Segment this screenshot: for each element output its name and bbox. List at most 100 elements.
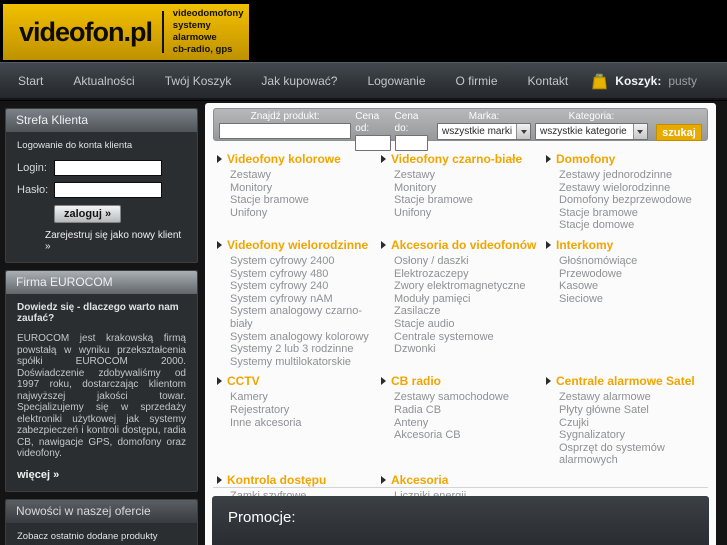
site-logo[interactable]: videofon.pl videodomofony systemy alarmo… [3, 4, 249, 60]
category-link[interactable]: Kasowe [559, 280, 704, 293]
category-group: Interkomy Głośnomówiące Przewodowe Kasow… [546, 238, 704, 368]
category-header[interactable]: Videofony kolorowe [217, 152, 381, 166]
category-title[interactable]: CCTV [227, 374, 260, 388]
category-link[interactable]: Przewodowe [559, 268, 704, 281]
category-arrow-icon [381, 240, 386, 249]
nav-item[interactable]: Start [18, 74, 43, 88]
category-link[interactable]: System cyfrowy nAM [230, 293, 381, 306]
nav-item[interactable]: Twój Koszyk [165, 74, 232, 88]
category-link[interactable]: Głośnomówiące [559, 255, 704, 268]
category-link[interactable]: Zasilacze [394, 305, 546, 318]
category-link[interactable]: Zwory elektromagnetyczne [394, 280, 546, 293]
category-link[interactable]: Zestawy samochodowe [394, 391, 546, 404]
category-link[interactable]: Stacje audio [394, 318, 546, 331]
category-link[interactable]: Inne akcesoria [230, 417, 381, 430]
category-link[interactable]: Zestawy [394, 169, 546, 182]
category-link[interactable]: Osprzęt do systemów alarmowych [559, 442, 704, 467]
category-link[interactable]: Unifony [230, 207, 381, 220]
category-link[interactable]: System cyfrowy 240 [230, 280, 381, 293]
category-link[interactable]: Czujki [559, 417, 704, 430]
category-link[interactable]: Dzwonki [394, 343, 546, 356]
category-header[interactable]: Kontrola dostępu [217, 473, 381, 487]
category-items: System cyfrowy 2400 System cyfrowy 480 S… [217, 255, 381, 368]
search-button[interactable]: szukaj [655, 124, 702, 141]
nav-item[interactable]: O firmie [456, 74, 498, 88]
category-title[interactable]: Domofony [556, 152, 615, 166]
category-link[interactable]: Moduły pamięci [394, 293, 546, 306]
category-link[interactable]: Zestawy [230, 169, 381, 182]
category-title[interactable]: Kontrola dostępu [227, 473, 326, 487]
category-link[interactable]: Radia CB [394, 404, 546, 417]
category-title[interactable]: Videofony kolorowe [227, 152, 341, 166]
category-link[interactable]: Monitory [394, 182, 546, 195]
category-link[interactable]: Centrale systemowe [394, 331, 546, 344]
category-link[interactable]: Akcesoria CB [394, 429, 546, 442]
category-group: Akcesoria do videofonów Osłony / daszki … [381, 238, 546, 368]
password-input[interactable] [54, 182, 162, 198]
category-link[interactable]: Osłony / daszki [394, 255, 546, 268]
brand-select[interactable]: wszystkie marki [437, 123, 532, 140]
category-link[interactable]: Rejestratory [230, 404, 381, 417]
category-link[interactable]: Kamery [230, 391, 381, 404]
category-link[interactable]: Sieciowe [559, 293, 704, 306]
category-link[interactable]: System analogowy kolorowy [230, 331, 381, 344]
category-title[interactable]: CB radio [391, 374, 441, 388]
price-from-input[interactable] [355, 135, 391, 151]
category-link[interactable]: Monitory [230, 182, 381, 195]
category-header[interactable]: Domofony [546, 152, 704, 166]
category-title[interactable]: Centrale alarmowe Satel [556, 374, 695, 388]
category-header[interactable]: Videofony wielorodzinne [217, 238, 381, 252]
price-to-label: Cena do: [394, 111, 419, 134]
category-header[interactable]: Interkomy [546, 238, 704, 252]
category-link[interactable]: Zestawy alarmowe [559, 391, 704, 404]
category-link[interactable]: Unifony [394, 207, 546, 220]
category-link[interactable]: Zestawy jednorodzinne [559, 169, 704, 182]
category-items: Zestawy alarmowe Płyty główne Satel Czuj… [546, 391, 704, 467]
chevron-down-icon[interactable] [516, 124, 531, 139]
category-header[interactable]: Akcesoria [381, 473, 546, 487]
category-link[interactable]: Zestawy wielorodzinne [559, 182, 704, 195]
category-title[interactable]: Akcesoria do videofonów [391, 238, 536, 252]
category-link[interactable]: Systemy 2 lub 3 rodzinne [230, 343, 381, 356]
more-link[interactable]: więcej » [17, 469, 59, 481]
category-header[interactable]: Akcesoria do videofonów [381, 238, 546, 252]
category-title[interactable]: Videofony czarno-białe [391, 152, 522, 166]
login-input[interactable] [54, 160, 162, 176]
category-link[interactable]: Sygnalizatory [559, 429, 704, 442]
cart-icon [592, 73, 608, 90]
category-group: Videofony wielorodzinne System cyfrowy 2… [217, 238, 381, 368]
price-to-input[interactable] [394, 135, 429, 151]
category-link[interactable]: Stacje bramowe [230, 194, 381, 207]
category-header[interactable]: CB radio [381, 374, 546, 388]
login-button[interactable]: zaloguj » [54, 205, 122, 223]
category-header[interactable]: Centrale alarmowe Satel [546, 374, 704, 388]
company-description: EUROCOM jest krakowską firmą powstałą w … [17, 333, 186, 459]
category-header[interactable]: Videofony czarno-białe [381, 152, 546, 166]
category-link[interactable]: Systemy multilokatorskie [230, 356, 381, 369]
cart-widget[interactable]: Koszyk: pusty [591, 71, 709, 90]
category-link[interactable]: Elektrozaczepy [394, 268, 546, 281]
nav-item[interactable]: Logowanie [367, 74, 425, 88]
category-header[interactable]: CCTV [217, 374, 381, 388]
category-link[interactable]: Domofony bezprzewodowe [559, 194, 704, 207]
category-link[interactable]: Płyty główne Satel [559, 404, 704, 417]
category-link[interactable]: System analogowy czarno-biały [230, 305, 381, 330]
category-select[interactable]: wszystkie kategorie [535, 123, 648, 140]
category-link[interactable]: System cyfrowy 480 [230, 268, 381, 281]
search-input[interactable] [219, 123, 352, 139]
category-arrow-icon [546, 377, 551, 386]
nav-item[interactable]: Kontakt [528, 74, 569, 88]
category-link[interactable]: Stacje domowe [559, 219, 704, 232]
category-title[interactable]: Videofony wielorodzinne [227, 238, 368, 252]
category-link[interactable]: System cyfrowy 2400 [230, 255, 381, 268]
category-title[interactable]: Akcesoria [391, 473, 448, 487]
category-title[interactable]: Interkomy [556, 238, 613, 252]
category-items: Zestawy Monitory Stacje bramowe Unifony [381, 169, 546, 219]
nav-item[interactable]: Aktualności [73, 74, 134, 88]
chevron-down-icon[interactable] [632, 124, 647, 139]
category-link[interactable]: Stacje bramowe [559, 207, 704, 220]
register-link[interactable]: Zarejestruj się jako nowy klient » [45, 230, 186, 252]
category-link[interactable]: Stacje bramowe [394, 194, 546, 207]
category-link[interactable]: Anteny [394, 417, 546, 430]
nav-item[interactable]: Jak kupować? [261, 74, 337, 88]
